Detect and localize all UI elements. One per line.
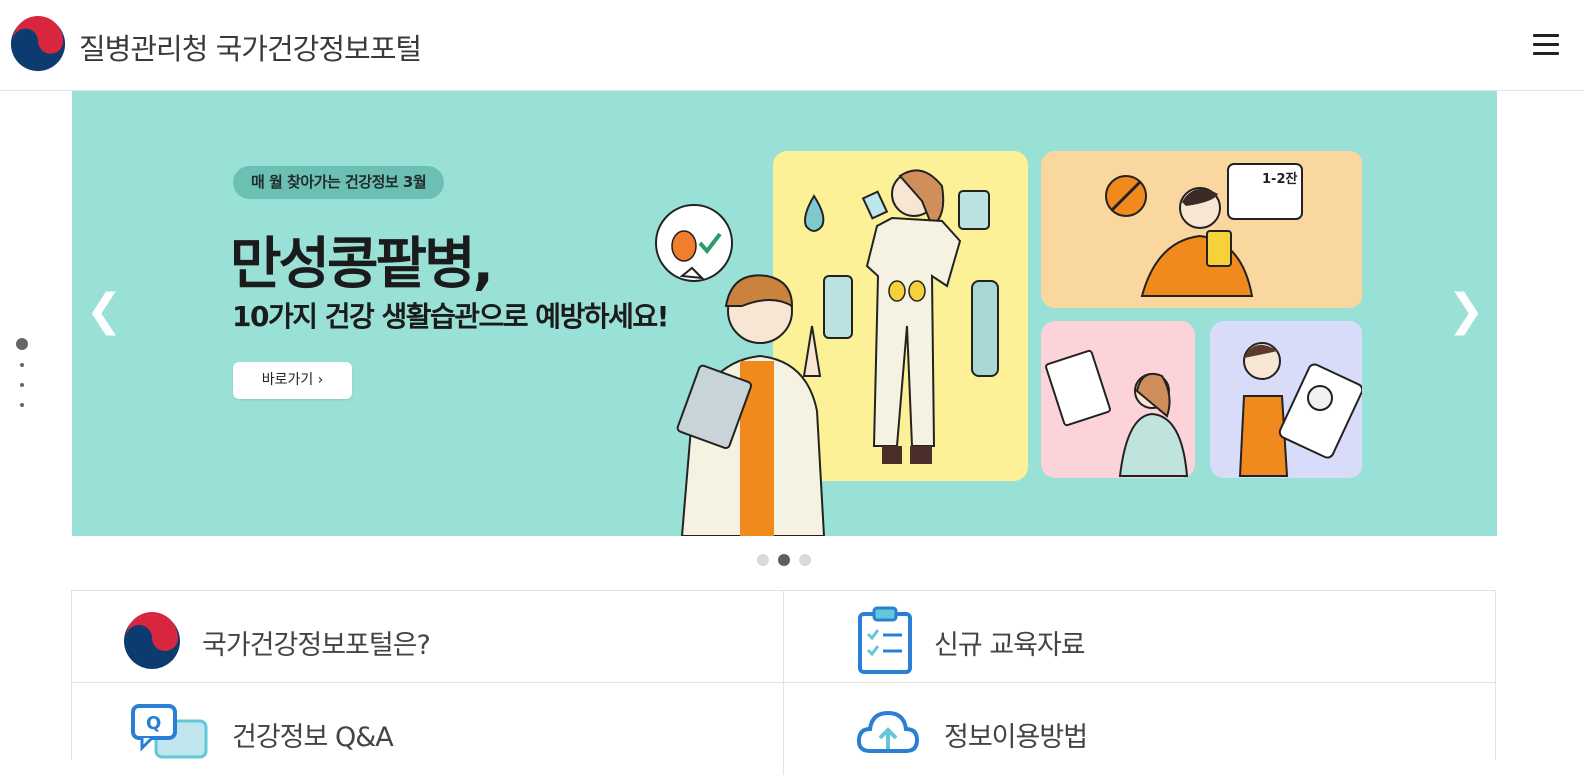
qa-chat-icon: Q (131, 704, 208, 759)
month-badge: 매 월 찾아가는 건강정보 3월 (233, 166, 445, 199)
quick-link-health-qa[interactable]: Q 건강정보 Q&A (72, 683, 784, 775)
quick-link-label: 건강정보 Q&A (232, 722, 394, 753)
cloud-upload-icon (856, 710, 920, 753)
side-pager-dot-active[interactable] (16, 338, 28, 350)
quick-link-usage-guide[interactable]: 정보이용방법 (784, 683, 1496, 775)
hamburger-menu-icon[interactable] (1533, 34, 1559, 58)
carousel-dot-1[interactable] (757, 554, 769, 566)
quick-link-label: 정보이용방법 (944, 722, 1088, 753)
banner-subtitle: 10가지 건강 생활습관으로 예방하세요! (232, 300, 669, 333)
banner-title: 만성콩팥병, (230, 232, 494, 297)
chevron-right-icon[interactable]: ❯ (1446, 281, 1486, 341)
svg-text:Q: Q (146, 713, 161, 734)
quick-link-portal-intro[interactable]: 국가건강정보포털은? (72, 591, 784, 683)
side-pager-dot[interactable] (20, 383, 24, 387)
quick-links-grid: 국가건강정보포털은? 신규 교육자료 Q 건강정보 Q&A 정보이용방법 (71, 590, 1496, 775)
taegeuk-logo-icon (124, 612, 180, 669)
clipboard-checklist-icon (858, 606, 912, 674)
quick-link-new-education-materials[interactable]: 신규 교육자료 (784, 591, 1496, 683)
site-header: 질병관리청 국가건강정보포털 (0, 0, 1584, 91)
carousel-dot-3[interactable] (799, 554, 811, 566)
side-pager-dot[interactable] (20, 363, 24, 367)
carousel-indicator (757, 554, 813, 566)
chevron-left-icon[interactable]: ❮ (84, 281, 124, 341)
site-title[interactable]: 질병관리청 국가건강정보포털 (79, 26, 422, 68)
quick-link-label: 국가건강정보포털은? (202, 630, 431, 661)
go-button[interactable]: 바로가기 › (233, 362, 352, 399)
quick-link-label: 신규 교육자료 (934, 630, 1086, 661)
hero-banner[interactable]: ❮ ❯ 매 월 찾아가는 건강정보 3월 만성콩팥병, 10가지 건강 생활습관… (72, 91, 1497, 536)
carousel-dot-2-active[interactable] (778, 554, 790, 566)
kidney-health-illustration: 1-2잔 (655, 151, 1362, 536)
drink-limit-text: 1-2잔 (1262, 171, 1297, 187)
government-logo-icon[interactable] (9, 15, 67, 73)
side-pager-dot[interactable] (20, 403, 24, 407)
